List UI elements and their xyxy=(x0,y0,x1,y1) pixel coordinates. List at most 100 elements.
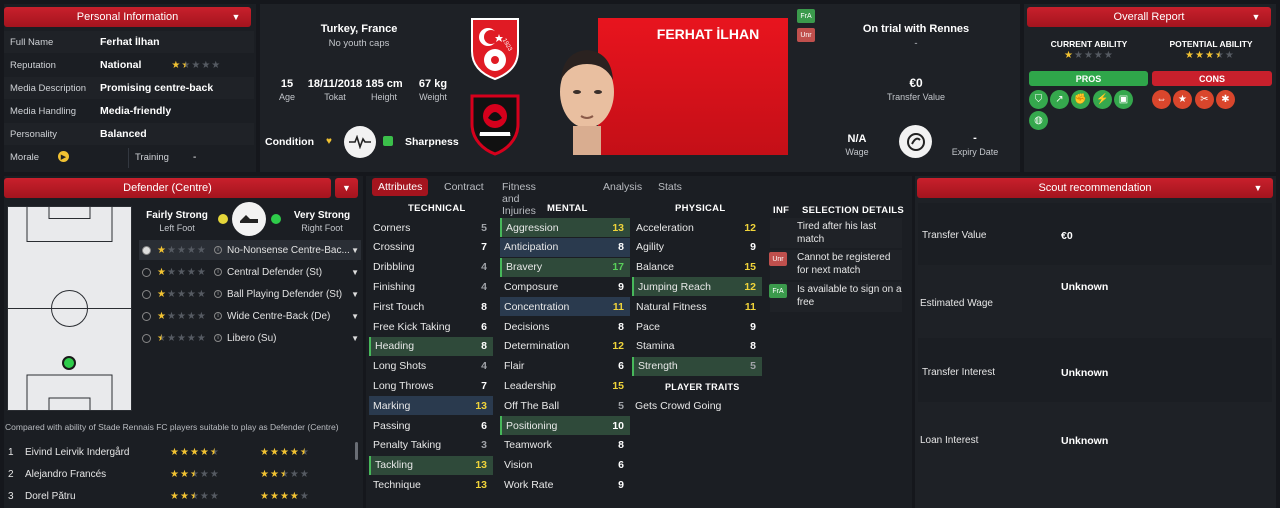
attribute-row[interactable]: Natural Fitness 11 xyxy=(632,297,762,316)
attribute-row[interactable]: Leadership 15 xyxy=(500,376,630,395)
attribute-row[interactable]: Agility 9 xyxy=(632,238,762,257)
radio-icon[interactable] xyxy=(142,311,151,321)
attribute-row[interactable]: Stamina 8 xyxy=(632,337,762,356)
attribute-row[interactable]: Determination 12 xyxy=(500,337,630,356)
scout-header[interactable]: Scout recommendation ▼ xyxy=(917,178,1273,198)
unr-badge[interactable]: Unr xyxy=(769,252,787,266)
attribute-row[interactable]: Finishing 4 xyxy=(369,277,493,296)
attribute-row[interactable]: Strength 5 xyxy=(632,356,762,376)
condition-pulse-icon[interactable] xyxy=(344,126,376,158)
contract-status[interactable]: On trial with Rennes xyxy=(850,23,982,35)
attribute-row[interactable]: Free Kick Taking 6 xyxy=(369,317,493,336)
nationality[interactable]: Turkey, France xyxy=(300,23,418,35)
fist-icon[interactable]: ✊ xyxy=(1071,90,1090,109)
compare-name[interactable]: Dorel Pătru xyxy=(25,491,170,502)
contract-icon[interactable] xyxy=(899,125,932,158)
attribute-row[interactable]: Marking 13 xyxy=(369,396,493,416)
attribute-row[interactable]: Technique 13 xyxy=(369,475,493,494)
attribute-row[interactable]: Jumping Reach 12 xyxy=(632,277,762,297)
chevron-down-icon[interactable]: ▼ xyxy=(351,334,359,343)
attribute-row[interactable]: Teamwork 8 xyxy=(500,436,630,455)
attribute-row[interactable]: Penalty Taking 3 xyxy=(369,436,493,455)
role-row[interactable]: ★ ★ ★ ★ ★ i Central Defender (St) ▼ xyxy=(139,262,361,282)
pitch-icon[interactable]: ▣ xyxy=(1114,90,1133,109)
scrollbar[interactable] xyxy=(355,442,358,460)
morale-icon[interactable]: ▶ xyxy=(58,151,69,162)
club-crest-icon[interactable] xyxy=(470,94,520,156)
attribute-row[interactable]: Crossing 7 xyxy=(369,238,493,257)
fra-badge[interactable]: FrA xyxy=(797,9,815,23)
compare-name[interactable]: Alejandro Francés xyxy=(25,469,170,480)
attribute-row[interactable]: Composure 9 xyxy=(500,277,630,296)
attribute-row[interactable]: Passing 6 xyxy=(369,416,493,435)
row-value[interactable]: National xyxy=(100,59,141,71)
unr-badge[interactable]: Unr xyxy=(797,28,815,42)
attribute-row[interactable]: Corners 5 xyxy=(369,218,493,237)
attribute-row[interactable]: Acceleration 12 xyxy=(632,218,762,237)
dumbbell-icon[interactable]: ⇔ xyxy=(1152,90,1171,109)
attribute-row[interactable]: Long Throws 7 xyxy=(369,376,493,395)
attribute-row[interactable]: Vision 6 xyxy=(500,456,630,475)
chevron-down-icon[interactable]: ▼ xyxy=(1249,181,1267,195)
radio-icon[interactable] xyxy=(142,267,151,277)
compare-row[interactable]: 2 Alejandro Francés ★ ★ ★ ★ ★ ★ ★ ★ ★ ★ xyxy=(4,464,352,484)
info-icon[interactable]: i xyxy=(214,268,222,276)
position-header[interactable]: Defender (Centre) xyxy=(4,178,331,198)
attribute-row[interactable]: Concentration 11 xyxy=(500,297,630,317)
tab-contract[interactable]: Contract xyxy=(444,181,484,193)
tab-attributes[interactable]: Attributes xyxy=(372,178,429,196)
pitch-diagram[interactable] xyxy=(7,206,132,411)
star-icon[interactable]: ★ xyxy=(1173,90,1192,109)
row-value[interactable]: Balanced xyxy=(100,128,147,140)
attribute-row[interactable]: Bravery 17 xyxy=(500,257,630,277)
attribute-row[interactable]: Decisions 8 xyxy=(500,317,630,336)
chevron-down-icon[interactable]: ▼ xyxy=(351,312,359,321)
attribute-row[interactable]: Dribbling 4 xyxy=(369,258,493,277)
ball-icon[interactable]: ✱ xyxy=(1216,90,1235,109)
attribute-row[interactable]: Pace 9 xyxy=(632,317,762,336)
role-row[interactable]: ★ ★ ★ ★ ★ i No-Nonsense Centre-Bac... ▼ xyxy=(139,240,361,260)
attribute-row[interactable]: Balance 15 xyxy=(632,258,762,277)
info-icon[interactable]: i xyxy=(214,334,222,342)
compare-row[interactable]: 3 Dorel Pătru ★ ★ ★ ★ ★ ★ ★ ★ ★ ★ xyxy=(4,486,352,506)
compare-row[interactable]: 1 Eivind Leirvik Indergård ★ ★ ★ ★ ★ ★ ★ ★ ★ ★ xyxy=(4,442,352,462)
chevron-down-icon[interactable]: ▼ xyxy=(351,268,359,277)
tackle-icon[interactable]: ✂ xyxy=(1195,90,1214,109)
info-icon[interactable]: i xyxy=(214,290,222,298)
tab-fitness-and-injuries[interactable]: Fitness and Injuries xyxy=(502,181,536,217)
row-value[interactable]: Media-friendly xyxy=(100,105,171,117)
attribute-row[interactable]: First Touch 8 xyxy=(369,297,493,316)
info-icon[interactable]: i xyxy=(214,312,222,320)
radio-icon[interactable] xyxy=(142,289,151,299)
attribute-row[interactable]: Work Rate 9 xyxy=(500,475,630,494)
row-value[interactable]: Promising centre-back xyxy=(100,82,213,94)
info-icon[interactable]: i xyxy=(214,246,222,254)
attribute-row[interactable]: Heading 8 xyxy=(369,336,493,356)
attribute-row[interactable]: Long Shots 4 xyxy=(369,357,493,376)
attribute-row[interactable]: Positioning 10 xyxy=(500,416,630,435)
role-row[interactable]: ★ ★ ★ ★ ★ i Wide Centre-Back (De) ▼ xyxy=(139,306,361,326)
role-row[interactable]: ★ ★ ★ ★ ★ i Libero (Su) ▼ xyxy=(139,328,361,348)
overall-report-header[interactable]: Overall Report ▼ xyxy=(1027,7,1271,27)
chevron-down-icon[interactable]: ▼ xyxy=(351,246,359,255)
chevron-down-icon[interactable]: ▼ xyxy=(351,290,359,299)
radio-icon[interactable] xyxy=(142,333,151,343)
personal-info-header[interactable]: Personal Information ▼ xyxy=(4,7,251,27)
attribute-row[interactable]: Aggression 13 xyxy=(500,218,630,237)
attribute-row[interactable]: Off The Ball 5 xyxy=(500,396,630,415)
role-row[interactable]: ★ ★ ★ ★ ★ i Ball Playing Defender (St) ▼ xyxy=(139,284,361,304)
nation-crest-icon[interactable] xyxy=(468,17,522,81)
compare-name[interactable]: Eivind Leirvik Indergård xyxy=(25,447,170,458)
trend-up-icon[interactable]: ↗ xyxy=(1050,90,1069,109)
attribute-row[interactable]: Tackling 13 xyxy=(369,455,493,475)
globe-icon[interactable]: ◍ xyxy=(1029,111,1048,130)
chevron-down-icon[interactable]: ▼ xyxy=(227,10,245,24)
position-dropdown-button[interactable]: ▼ xyxy=(335,178,358,198)
attribute-row[interactable]: Anticipation 8 xyxy=(500,237,630,257)
tab-stats[interactable]: Stats xyxy=(658,181,682,193)
attribute-row[interactable]: Flair 6 xyxy=(500,357,630,376)
shield-icon[interactable]: ⛉ xyxy=(1029,90,1048,109)
chevron-down-icon[interactable]: ▼ xyxy=(1247,10,1265,24)
trait-item[interactable]: Gets Crowd Going xyxy=(635,400,721,412)
fra-badge[interactable]: FrA xyxy=(769,284,787,298)
